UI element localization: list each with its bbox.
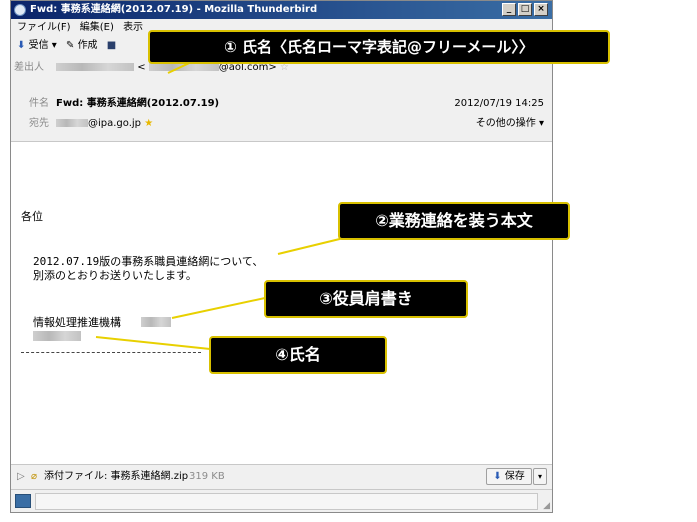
save-label: 保存 xyxy=(504,471,525,482)
menu-view[interactable]: 表示 xyxy=(123,22,143,33)
chat-icon[interactable]: ■ xyxy=(107,37,116,55)
callout-3: ③役員肩書き xyxy=(264,280,468,318)
callout-4: ④氏名 xyxy=(209,336,387,374)
signature-divider xyxy=(21,352,201,353)
date-value: 2012/07/19 14:25 xyxy=(454,98,544,109)
thunderbird-window: Fwd: 事務系連絡網(2012.07.19) - Mozilla Thunde… xyxy=(10,0,553,513)
redacted-name xyxy=(56,63,134,71)
star-filled-icon[interactable]: ★ xyxy=(144,118,153,129)
receive-button[interactable]: ⬇ 受信 ▾ xyxy=(17,37,57,55)
redacted-signer xyxy=(33,331,81,341)
status-panel xyxy=(35,493,538,510)
receive-label: 受信 xyxy=(28,40,49,51)
minimize-button[interactable]: _ xyxy=(502,3,516,16)
org-name: 情報処理推進機構 xyxy=(33,316,121,329)
redacted-title xyxy=(141,317,171,327)
status-bar: ◢ xyxy=(11,489,552,512)
callout-2: ②業務連絡を装う本文 xyxy=(338,202,570,240)
other-actions-button[interactable]: その他の操作 ▾ xyxy=(476,115,544,133)
subject-label: 件名 xyxy=(29,98,49,109)
redacted-to xyxy=(56,119,88,127)
thunderbird-icon xyxy=(14,4,26,16)
attachment-bar: ▷ ⌀ 添付ファイル: 事務系連絡網.zip 319 KB ⬇ 保存 ▾ xyxy=(11,465,552,489)
save-button[interactable]: ⬇ 保存 xyxy=(486,468,532,485)
to-value[interactable]: @ipa.go.jp ★ xyxy=(56,115,153,133)
callout-1: ① 氏名〈氏名ローマ字表記@フリーメール〉〉 xyxy=(148,30,610,64)
paperclip-icon: ⌀ xyxy=(31,471,38,482)
to-row: 宛先 @ipa.go.jp ★ その他の操作 ▾ xyxy=(11,115,552,133)
expand-toggle-icon[interactable]: ▷ xyxy=(17,465,25,489)
redacted-address xyxy=(148,63,219,71)
to-domain: @ipa.go.jp xyxy=(88,118,142,129)
menu-edit[interactable]: 編集(E) xyxy=(80,22,114,33)
from-lt: < xyxy=(137,62,146,73)
message-header: 差出人 < @aol.com> ☆ 件名 Fwd: 事務系連絡網(2012.07… xyxy=(11,59,552,142)
save-menu-button[interactable]: ▾ xyxy=(533,468,547,485)
greeting: 各位 xyxy=(21,210,43,223)
menu-file[interactable]: ファイル(F) xyxy=(17,22,71,33)
compose-label: 作成 xyxy=(77,40,98,51)
save-icon: ⬇ xyxy=(493,471,502,482)
from-label: 差出人 xyxy=(14,62,44,73)
to-label: 宛先 xyxy=(29,118,49,129)
chevron-down-icon: ▾ xyxy=(51,40,57,51)
body-line-2: 別添のとおりお送りいたします。 xyxy=(33,269,197,282)
close-button[interactable]: × xyxy=(534,3,548,16)
window-title: Fwd: 事務系連絡網(2012.07.19) - Mozilla Thunde… xyxy=(30,4,318,15)
attachment-size: 319 KB xyxy=(189,471,225,482)
attachment-name[interactable]: 添付ファイル: 事務系連絡網.zip xyxy=(44,465,188,489)
subject-value: Fwd: 事務系連絡網(2012.07.19) xyxy=(56,98,220,109)
maximize-button[interactable]: □ xyxy=(518,3,532,16)
subject-row: 件名 Fwd: 事務系連絡網(2012.07.19) 2012/07/19 14… xyxy=(11,95,552,113)
pencil-icon: ✎ xyxy=(65,40,75,51)
compose-button[interactable]: ✎ 作成 xyxy=(66,37,98,55)
resize-grip-icon[interactable]: ◢ xyxy=(543,501,550,511)
title-bar: Fwd: 事務系連絡網(2012.07.19) - Mozilla Thunde… xyxy=(11,1,552,19)
download-icon: ⬇ xyxy=(17,40,26,51)
activity-icon[interactable] xyxy=(15,494,31,508)
